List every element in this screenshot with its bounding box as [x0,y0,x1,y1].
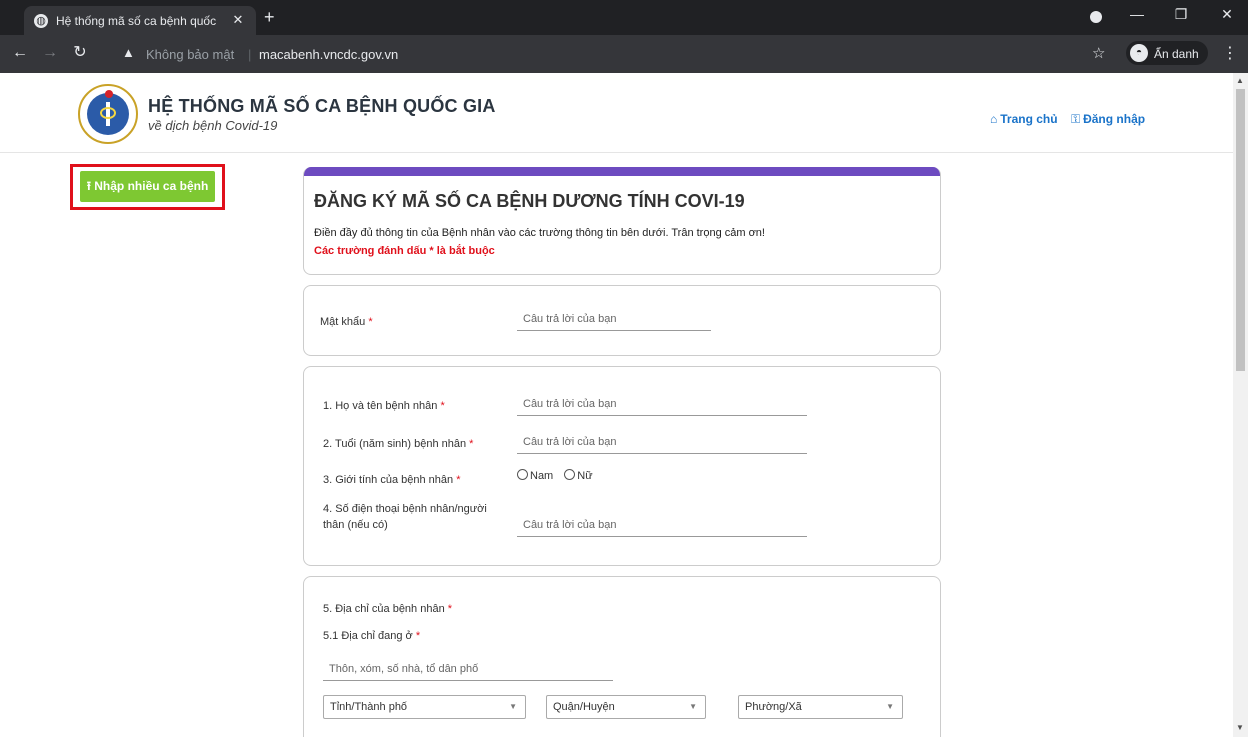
gender-female-label: Nữ [577,470,593,482]
q3-label: 3. Giới tính của bệnh nhân * [323,472,460,488]
browser-toolbar: ← → ↻ ▲ Không bảo mật | macabenh.vncdc.g… [0,35,1248,73]
tab-close-icon[interactable]: ✕ [230,12,246,28]
phone-input[interactable] [517,513,807,537]
required-mark: * [447,603,453,615]
required-note: Các trường đánh dấu * là bắt buộc [314,245,495,257]
radio-circle-icon[interactable] [517,469,528,480]
site-subtitle: về dịch bệnh Covid-19 [148,118,278,133]
globe-icon: ◍ [34,14,48,28]
minimize-icon[interactable]: — [1122,6,1152,22]
chevron-down-icon: ▼ [509,702,517,711]
province-select-value: Tỉnh/Thành phố [330,701,408,713]
gender-option-female[interactable]: Nữ [564,469,593,482]
district-select[interactable]: Quận/Huyện ▼ [546,695,706,719]
import-button-label: Nhập nhiều ca bệnh [94,179,209,193]
back-icon[interactable]: ← [10,43,30,63]
ministry-logo[interactable] [78,84,138,144]
required-mark: * [456,474,461,486]
gender-male-label: Nam [530,470,554,482]
form-header-card: ĐĂNG KÝ MÃ SỐ CA BỆNH DƯƠNG TÍNH COVI-19… [303,167,941,275]
import-highlight-box: ⭱ Nhập nhiều ca bệnh [70,164,225,210]
gender-option-male[interactable]: Nam [517,469,554,482]
scrollbar-thumb[interactable] [1236,89,1245,371]
incognito-icon: ◓ [1130,44,1148,62]
address-separator: | [248,47,252,62]
radio-circle-icon[interactable] [564,469,576,480]
menu-kebab-icon[interactable]: ⋮ [1222,43,1238,63]
required-mark: * [415,630,421,642]
url-text[interactable]: macabenh.vncdc.gov.vn [259,47,398,62]
logo-emblem [87,90,129,135]
password-label-text: Mật khẩu [320,316,366,328]
form-accent-bar [304,167,940,176]
page-content: HỆ THỐNG MÃ SỐ CA BỆNH QUỐC GIA về dịch … [0,73,1233,737]
district-select-value: Quận/Huyện [553,701,615,713]
key-icon: ⚿ [1070,112,1081,126]
ward-select[interactable]: Phường/Xã ▼ [738,695,903,719]
tab-search-icon[interactable] [1090,11,1102,23]
chevron-down-icon: ▼ [886,702,894,711]
site-title: HỆ THỐNG MÃ SỐ CA BỆNH QUỐC GIA [148,96,496,116]
logo-star [105,90,113,98]
password-label: Mật khẩu * [320,314,373,330]
warning-icon[interactable]: ▲ [122,45,135,60]
new-tab-button[interactable]: + [264,8,275,26]
q5-1-label: 5.1 Địa chỉ đang ở * [323,628,420,644]
q2-label: 2. Tuổi (năm sinh) bệnh nhân * [323,436,473,452]
scroll-down-icon[interactable]: ▼ [1236,723,1244,732]
logo-snake [100,107,116,119]
q2-label-text: 2. Tuổi (năm sinh) bệnh nhân [323,438,467,450]
street-address-input[interactable] [323,657,613,681]
address-bar[interactable]: ▲ Không bảo mật | macabenh.vncdc.gov.vn [118,42,1218,66]
nav-home-label: Trang chủ [1000,112,1058,126]
q1-label: 1. Họ và tên bệnh nhân * [323,398,445,414]
q5-label: 5. Địa chỉ của bệnh nhân * [323,601,452,617]
gender-radio-group: Nam Nữ [517,469,601,482]
q3-label-text: 3. Giới tính của bệnh nhân [323,474,454,486]
q5-1-label-text: 5.1 Địa chỉ đang ở [323,630,413,642]
incognito-label: Ẩn danh [1154,47,1199,61]
top-navigation: ⌂ Trang chủ ⚿ Đăng nhập [990,112,1155,127]
incognito-badge[interactable]: ◓ Ẩn danh [1126,41,1208,65]
window-close-icon[interactable]: ✕ [1212,6,1242,23]
security-label[interactable]: Không bảo mật [146,47,234,62]
password-card: Mật khẩu * [303,285,941,356]
address-card: 5. Địa chỉ của bệnh nhân * 5.1 Địa chỉ đ… [303,576,941,737]
scroll-up-icon[interactable]: ▲ [1236,76,1244,85]
tab-title: Hệ thống mã số ca bệnh quốc gi [56,14,216,28]
password-input[interactable] [517,307,711,331]
chevron-down-icon: ▼ [689,702,697,711]
forward-icon[interactable]: → [40,43,60,63]
q4-label-line1: 4. Số điện thoại bệnh nhân/người [323,503,487,515]
browser-tab[interactable]: ◍ Hệ thống mã số ca bệnh quốc gi ✕ [24,6,256,35]
form-title: ĐĂNG KÝ MÃ SỐ CA BỆNH DƯƠNG TÍNH COVI-19 [314,191,745,211]
restore-icon[interactable]: ❐ [1166,6,1196,23]
nav-home-link[interactable]: ⌂ Trang chủ [990,112,1058,126]
required-mark: * [368,316,373,328]
browser-tab-bar: ◍ Hệ thống mã số ca bệnh quốc gi ✕ + — ❐… [0,0,1248,35]
ward-select-value: Phường/Xã [745,701,802,713]
q5-label-text: 5. Địa chỉ của bệnh nhân [323,603,445,615]
nav-login-link[interactable]: ⚿ Đăng nhập [1071,112,1145,126]
patient-info-card: 1. Họ và tên bệnh nhân * 2. Tuổi (năm si… [303,366,941,566]
form-description: Điền đầy đủ thông tin của Bệnh nhân vào … [314,227,765,239]
required-mark: * [440,400,445,412]
q1-label-text: 1. Họ và tên bệnh nhân [323,400,438,412]
reload-icon[interactable]: ↻ [70,43,90,63]
q4-label-line2: thân (nếu có) [323,519,388,531]
import-multiple-cases-button[interactable]: ⭱ Nhập nhiều ca bệnh [80,171,215,202]
home-icon: ⌂ [990,112,998,126]
q4-label: 4. Số điện thoại bệnh nhân/người thân (n… [323,501,487,533]
page-scrollbar[interactable]: ▲ ▼ [1233,73,1248,737]
required-mark: * [469,438,474,450]
province-select[interactable]: Tỉnh/Thành phố ▼ [323,695,526,719]
site-header: HỆ THỐNG MÃ SỐ CA BỆNH QUỐC GIA về dịch … [0,73,1233,153]
bookmark-star-icon[interactable]: ☆ [1092,44,1105,62]
patient-age-input[interactable] [517,430,807,454]
patient-name-input[interactable] [517,392,807,416]
nav-login-label: Đăng nhập [1083,112,1146,126]
